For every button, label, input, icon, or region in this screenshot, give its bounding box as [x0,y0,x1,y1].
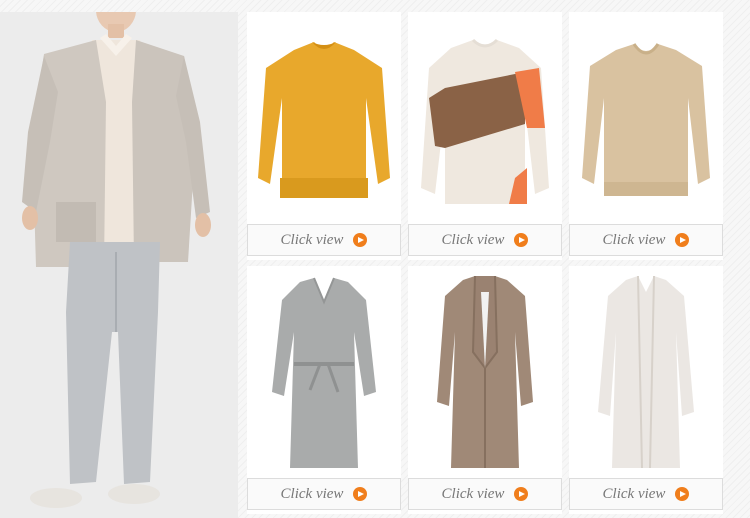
click-view-button[interactable]: Click view [569,224,723,256]
model-illustration [0,12,238,518]
product-image-white-long-cardigan[interactable] [569,266,723,478]
click-view-button[interactable]: Click view [247,478,401,510]
click-view-button[interactable]: Click view [247,224,401,256]
product-card-1[interactable]: Click view [247,12,401,260]
product-image-mustard-sweater[interactable] [247,12,401,224]
play-circle-icon [514,487,529,501]
play-circle-icon [353,233,368,247]
product-image-grey-knit-dress[interactable] [247,266,401,478]
product-card-2[interactable]: Click view [408,12,562,260]
play-circle-icon [353,487,368,501]
product-image-colorblock-sweater[interactable] [408,12,562,224]
product-image-beige-sweater[interactable] [569,12,723,224]
product-image-taupe-long-coat[interactable] [408,266,562,478]
product-card-4[interactable]: Click view [247,266,401,514]
click-view-button[interactable]: Click view [408,224,562,256]
play-circle-icon [514,233,529,247]
play-circle-icon [675,487,690,501]
product-card-3[interactable]: Click view [569,12,723,260]
click-view-label: Click view [602,485,666,502]
product-card-5[interactable]: Click view [408,266,562,514]
click-view-button[interactable]: Click view [408,478,562,510]
hero-model-image [0,12,238,518]
click-view-label: Click view [441,485,505,502]
click-view-label: Click view [602,231,666,248]
click-view-label: Click view [280,485,344,502]
click-view-label: Click view [441,231,505,248]
product-card-6[interactable]: Click view [569,266,723,514]
click-view-button[interactable]: Click view [569,478,723,510]
play-circle-icon [675,233,690,247]
click-view-label: Click view [280,231,344,248]
